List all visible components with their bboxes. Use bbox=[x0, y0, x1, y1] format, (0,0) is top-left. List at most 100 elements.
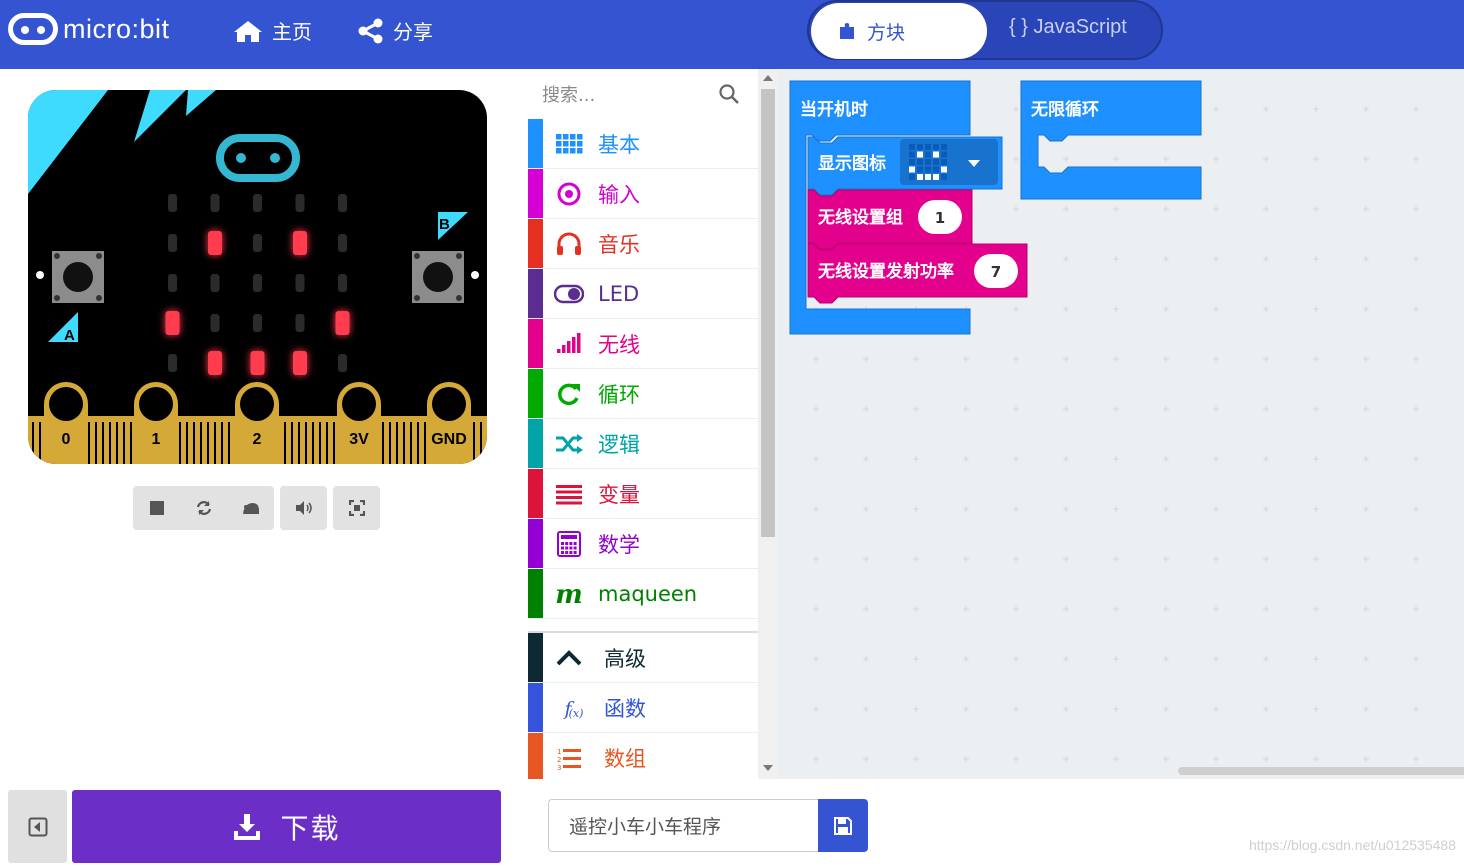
stop-icon bbox=[149, 501, 164, 515]
microbit-logo[interactable]: micro:bit bbox=[8, 13, 170, 45]
category-color-bar bbox=[528, 319, 543, 368]
fullscreen-button[interactable] bbox=[333, 486, 380, 530]
led-off bbox=[253, 314, 262, 332]
category-label: 基本 bbox=[598, 132, 640, 157]
svg-text:1: 1 bbox=[557, 748, 561, 756]
radio-group-input[interactable]: 1 bbox=[918, 200, 962, 234]
slowmo-button[interactable] bbox=[227, 486, 274, 530]
led-matrix bbox=[165, 194, 350, 375]
on-start-label: 当开机时 bbox=[800, 99, 868, 120]
category-color-bar bbox=[528, 119, 543, 168]
radio-power-input[interactable]: 7 bbox=[974, 254, 1018, 288]
radio-set-transmit-power-block[interactable]: 无线设置发射功率 7 bbox=[807, 243, 1028, 304]
workspace-horizontal-scrollbar[interactable] bbox=[1178, 767, 1464, 775]
javascript-mode-tab[interactable]: { } JavaScript bbox=[1009, 16, 1127, 39]
radio-group-label: 无线设置组 bbox=[817, 207, 903, 228]
led-off bbox=[168, 194, 177, 212]
home-icon bbox=[234, 20, 262, 42]
logo-text: micro:bit bbox=[63, 13, 170, 44]
category-8[interactable]: 数学 bbox=[528, 519, 758, 569]
download-icon bbox=[234, 813, 261, 840]
pin-gnd[interactable]: GND bbox=[427, 382, 471, 464]
category-2[interactable]: 音乐 bbox=[528, 219, 758, 269]
forever-block[interactable]: 无限循环 bbox=[1020, 80, 1202, 200]
microbit-logo-icon bbox=[8, 13, 58, 45]
category-label: 输入 bbox=[598, 182, 640, 207]
category-label: 逻辑 bbox=[598, 432, 640, 457]
chevron-up-icon bbox=[554, 645, 584, 671]
category-5[interactable]: 循环 bbox=[528, 369, 758, 419]
category-7[interactable]: 变量 bbox=[528, 469, 758, 519]
led-on bbox=[293, 351, 307, 375]
icon-preview bbox=[909, 144, 947, 180]
pin-label: 3V bbox=[349, 431, 369, 448]
save-button[interactable] bbox=[818, 799, 868, 852]
led-off bbox=[295, 274, 305, 292]
radio-power-label: 无线设置发射功率 bbox=[817, 261, 954, 282]
button-b[interactable] bbox=[412, 251, 479, 303]
led-off bbox=[338, 194, 347, 212]
mute-button[interactable] bbox=[280, 486, 327, 530]
advanced-category-0[interactable]: 高级 bbox=[528, 633, 758, 683]
search-icon[interactable] bbox=[719, 84, 739, 104]
blocks-mode-label: 方块 bbox=[867, 21, 906, 44]
pin-1[interactable]: 1 bbox=[134, 382, 178, 464]
led-on bbox=[208, 231, 222, 255]
show-icon-label: 显示图标 bbox=[818, 153, 886, 174]
category-color-bar bbox=[528, 683, 543, 732]
category-4[interactable]: 无线 bbox=[528, 319, 758, 369]
icon-picker-dropdown[interactable] bbox=[900, 139, 998, 185]
category-color-bar bbox=[528, 369, 543, 418]
scroll-down-icon[interactable] bbox=[763, 765, 773, 771]
category-label: maqueen bbox=[598, 581, 698, 606]
led-off bbox=[210, 274, 220, 292]
category-color-bar bbox=[528, 519, 543, 568]
pin-2[interactable]: 2 bbox=[235, 382, 279, 464]
maqueen-m-icon: m bbox=[554, 581, 584, 607]
toolbox-scrollbar[interactable] bbox=[758, 69, 778, 779]
category-label: 变量 bbox=[598, 482, 640, 507]
simulator-controls bbox=[133, 486, 380, 530]
category-label: 数组 bbox=[604, 746, 646, 771]
category-1[interactable]: 输入 bbox=[528, 169, 758, 219]
restart-button[interactable] bbox=[180, 486, 227, 530]
button-b-label: B bbox=[438, 212, 468, 240]
download-button[interactable]: 下载 bbox=[72, 790, 501, 863]
category-0[interactable]: 基本 bbox=[528, 119, 758, 169]
collapse-simulator-button[interactable] bbox=[8, 790, 67, 863]
category-6[interactable]: 逻辑 bbox=[528, 419, 758, 469]
advanced-category-2[interactable]: 1 2 3 数组 bbox=[528, 733, 758, 779]
blocks-mode-tab[interactable]: 方块 bbox=[811, 3, 987, 59]
category-color-bar bbox=[528, 169, 543, 218]
toolbox-scroll-thumb[interactable] bbox=[761, 89, 775, 537]
blocks-workspace[interactable]: 当开机时 显示图标 无线设置组 1 无线设置发射功率 7 无限循环 bbox=[778, 69, 1464, 779]
home-button[interactable]: 主页 bbox=[233, 16, 312, 45]
button-a[interactable] bbox=[36, 251, 104, 303]
toolbox-search-input[interactable] bbox=[542, 79, 722, 111]
category-label: 无线 bbox=[598, 332, 640, 357]
led-off bbox=[295, 194, 305, 212]
radio-power-value: 7 bbox=[991, 263, 1001, 281]
scroll-up-icon[interactable] bbox=[763, 75, 773, 81]
share-button[interactable]: 分享 bbox=[357, 16, 433, 45]
led-off bbox=[253, 194, 262, 212]
pin-3v[interactable]: 3V bbox=[337, 382, 381, 464]
category-list: 基本输入音乐 LED 无线循环逻辑变量数学 m maqueen bbox=[528, 119, 758, 619]
pin-0[interactable]: 0 bbox=[44, 382, 88, 464]
radio-set-group-block[interactable]: 无线设置组 1 bbox=[807, 189, 973, 250]
mute-icon bbox=[295, 501, 312, 515]
advanced-category-1[interactable]: f (x) 函数 bbox=[528, 683, 758, 733]
svg-text:A: A bbox=[64, 327, 75, 344]
led-on bbox=[250, 351, 265, 375]
radio-group-value: 1 bbox=[935, 209, 945, 227]
puzzle-icon bbox=[840, 23, 854, 39]
category-9[interactable]: m maqueen bbox=[528, 569, 758, 619]
category-3[interactable]: LED bbox=[528, 269, 758, 319]
refresh-icon bbox=[554, 381, 584, 407]
show-icon-block[interactable]: 显示图标 bbox=[807, 136, 1003, 196]
board-logo-icon[interactable] bbox=[216, 134, 300, 182]
advanced-category-list: 高级 f (x) 函数 1 2 3 数组 bbox=[528, 633, 758, 779]
category-color-bar bbox=[528, 269, 543, 318]
stop-button[interactable] bbox=[133, 486, 180, 530]
project-name-input[interactable] bbox=[548, 799, 818, 852]
